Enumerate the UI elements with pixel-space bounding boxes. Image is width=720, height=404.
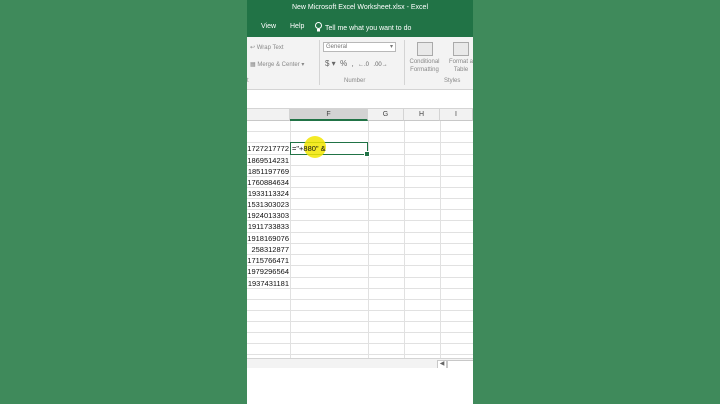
cell-value[interactable]: 258312877 [247, 245, 289, 254]
tell-me-text: Tell me what you want to do [325, 25, 412, 32]
menu-view[interactable]: View [261, 23, 276, 30]
styles-group-label: Styles [444, 78, 461, 84]
cell-value[interactable]: 1727217772 [247, 144, 289, 153]
fill-handle[interactable] [364, 151, 370, 157]
format-as-table-icon [453, 42, 469, 56]
column-header-e[interactable] [247, 109, 290, 121]
cell-value[interactable]: 1869514231 [247, 156, 289, 165]
chevron-down-icon: ▾ [389, 44, 393, 50]
cell-value[interactable]: 1933113324 [247, 189, 289, 198]
grid-line [440, 121, 441, 358]
grid-line [247, 321, 473, 322]
grid-line [247, 243, 473, 244]
number-format-buttons[interactable]: $ ▾ % ‚ ←.0 .00→ [325, 59, 388, 68]
conditional-formatting-button[interactable]: Conditional Formatting [407, 42, 442, 74]
column-header-g[interactable]: G [368, 109, 404, 121]
menu-bar: View Help Tell me what you want to do [247, 18, 473, 37]
grid-line [290, 121, 291, 358]
window-title: New Microsoft Excel Worksheet.xlsx - Exc… [291, 4, 428, 11]
grid-line [247, 332, 473, 333]
wrap-text-label: Wrap Text [256, 45, 284, 51]
column-header-f[interactable]: F [290, 109, 368, 121]
grid-line [247, 265, 473, 266]
grid-line [247, 254, 473, 255]
grid-line [247, 198, 473, 199]
number-format-value: General [326, 44, 348, 50]
cell-value[interactable]: 1531303023 [247, 200, 289, 209]
menu-help[interactable]: Help [290, 23, 304, 30]
format-as-table-label-1: Format a [448, 59, 473, 65]
grid-line [404, 121, 405, 358]
lightbulb-icon [315, 22, 322, 32]
grid-line [247, 343, 473, 344]
increase-decimal-icon[interactable]: ←.0 [358, 62, 369, 68]
grid-line [247, 232, 473, 233]
decrease-decimal-icon[interactable]: .00→ [373, 62, 387, 68]
cell-value[interactable]: 1760884634 [247, 178, 289, 187]
status-area [247, 368, 473, 404]
conditional-formatting-label-2: Formatting [410, 67, 439, 73]
group-divider [319, 40, 320, 85]
cell-value[interactable]: 1979296564 [247, 267, 289, 276]
tell-me-search[interactable]: Tell me what you want to do [315, 22, 411, 32]
merge-center-label: Merge & Center [257, 62, 300, 68]
grid-line [247, 299, 473, 300]
grid-line [247, 277, 473, 278]
cell-value[interactable]: 1715766471 [247, 256, 289, 265]
conditional-formatting-label-1: Conditional [409, 59, 440, 65]
grid-line [247, 131, 473, 132]
grid-line [247, 209, 473, 210]
format-as-table-button[interactable]: Format a Table [446, 42, 473, 74]
cell-value[interactable]: 1851197769 [247, 167, 289, 176]
grid-line [247, 176, 473, 177]
number-group-label: Number [344, 78, 366, 84]
excel-window: New Microsoft Excel Worksheet.xlsx - Exc… [247, 0, 473, 404]
cell-value[interactable]: 1918169076 [247, 234, 289, 243]
currency-icon[interactable]: $ [325, 59, 329, 68]
group-divider [404, 40, 405, 85]
wrap-text-button[interactable]: ↩ Wrap Text [250, 44, 284, 51]
cell-value[interactable]: 1937431181 [247, 279, 289, 288]
alignment-group-label: t [247, 78, 249, 84]
formula-bar-area[interactable] [247, 90, 473, 109]
column-header-i[interactable]: I [440, 109, 473, 121]
active-cell-formula[interactable]: ="+880" & [292, 144, 326, 153]
conditional-formatting-icon [416, 42, 433, 56]
grid-line [247, 165, 473, 166]
ribbon: ↩ Wrap Text ▦ Merge & Center ▾ t General… [247, 37, 473, 90]
merge-center-button[interactable]: ▦ Merge & Center ▾ [250, 61, 304, 68]
cell-value[interactable]: 1924013303 [247, 211, 289, 220]
spreadsheet-grid[interactable]: 1727217772 1869514231 1851197769 1760884… [247, 121, 473, 358]
comma-style-icon[interactable]: ‚ [352, 59, 354, 68]
cell-value[interactable]: 1911733833 [247, 222, 289, 231]
column-header-h[interactable]: H [404, 109, 440, 121]
grid-line [247, 310, 473, 311]
format-as-table-label-2: Table [453, 67, 469, 73]
grid-line [247, 187, 473, 188]
grid-line [247, 354, 473, 355]
number-format-dropdown[interactable]: General ▾ [323, 42, 396, 52]
title-bar: New Microsoft Excel Worksheet.xlsx - Exc… [247, 0, 473, 18]
percent-icon[interactable]: % [340, 59, 347, 68]
grid-line [247, 288, 473, 289]
grid-line [247, 220, 473, 221]
